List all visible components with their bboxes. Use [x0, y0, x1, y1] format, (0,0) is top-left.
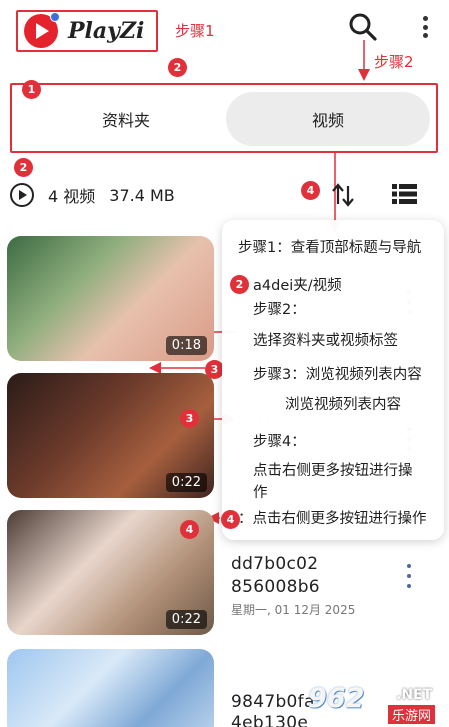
- search-icon[interactable]: [347, 11, 379, 43]
- popup-step1: 步骤1：查看顶部标题与导航: [238, 240, 422, 256]
- video-summary: 4 视频 37.4 MB: [10, 183, 175, 207]
- video-title: dd7b0c02: [231, 554, 319, 574]
- popup-tabs-note: a4dei夹/视频: [253, 278, 342, 294]
- sort-icon[interactable]: [329, 182, 357, 208]
- badge-2c: 2: [230, 275, 249, 294]
- video-count: 4 视频: [48, 187, 96, 206]
- video-date: 星期一, 01 12月 2025: [231, 603, 356, 617]
- badge-4b: 4: [221, 510, 240, 529]
- badge-2b: 2: [14, 158, 33, 177]
- more-vertical-icon[interactable]: [413, 13, 437, 41]
- badge-3b: 3: [180, 409, 199, 428]
- popup-step4-desc: 点击右侧更多按钮进行操: [253, 463, 413, 479]
- list-view-icon[interactable]: [392, 183, 417, 205]
- more-options-icon[interactable]: [404, 564, 414, 588]
- tutorial-popup: 步骤1：查看顶部标题与导航 a4dei夹/视频 步骤2： 选择资料夹或视频标签 …: [222, 220, 444, 540]
- tab-folders-label: 资料夹: [101, 111, 150, 130]
- popup-step3: 步骤3：浏览视频列表内容: [253, 367, 422, 383]
- step1-annotation: 步骤1: [175, 22, 215, 40]
- popup-step3-desc: 浏览视频列表内容: [285, 397, 401, 413]
- video-duration: 0:22: [165, 610, 207, 629]
- app-name: PlayZi: [68, 18, 145, 44]
- popup-step4-summary: ：点击右侧更多按钮进行操作: [238, 511, 427, 527]
- watermark-number: 962: [308, 683, 365, 714]
- watermark-sub: 乐游网: [388, 705, 436, 724]
- video-title-line2: 4eb130e: [231, 713, 309, 727]
- video-duration: 0:18: [165, 336, 207, 355]
- popup-step2-desc: 选择资料夹或视频标签: [253, 333, 398, 349]
- tab-folders[interactable]: 资料夹: [22, 92, 230, 146]
- tab-videos-label: 视频: [311, 111, 344, 130]
- logo-badge-dot: [50, 12, 60, 22]
- tab-videos[interactable]: 视频: [226, 92, 430, 146]
- watermark-logo: 962 .NET 乐游网: [308, 683, 446, 724]
- badge-1: 1: [22, 80, 41, 99]
- badge-4c: 4: [180, 520, 199, 539]
- badge-2a: 2: [168, 58, 187, 77]
- play-circle-icon: [10, 183, 34, 207]
- video-thumbnail-1[interactable]: 0:18: [7, 236, 214, 361]
- video-thumbnail-2[interactable]: 0:22: [7, 373, 214, 498]
- video-duration: 0:22: [165, 473, 207, 492]
- total-size: 37.4 MB: [109, 185, 175, 205]
- tab-bar: 资料夹 视频: [10, 83, 438, 153]
- popup-step2: 步骤2：: [253, 302, 306, 318]
- video-thumbnail-4[interactable]: [7, 649, 214, 727]
- play-logo-icon: [24, 12, 60, 48]
- popup-step4: 步骤4：: [253, 434, 306, 450]
- popup-step4-desc-cont: 作: [253, 485, 268, 501]
- step2-annotation: 步骤2: [374, 53, 414, 71]
- video-title-line2: 856008b6: [231, 577, 320, 597]
- app-logo: PlayZi: [16, 10, 158, 52]
- video-title: 9847b0fa: [231, 692, 315, 712]
- badge-4a: 4: [301, 181, 320, 200]
- watermark-net: .NET: [396, 687, 433, 703]
